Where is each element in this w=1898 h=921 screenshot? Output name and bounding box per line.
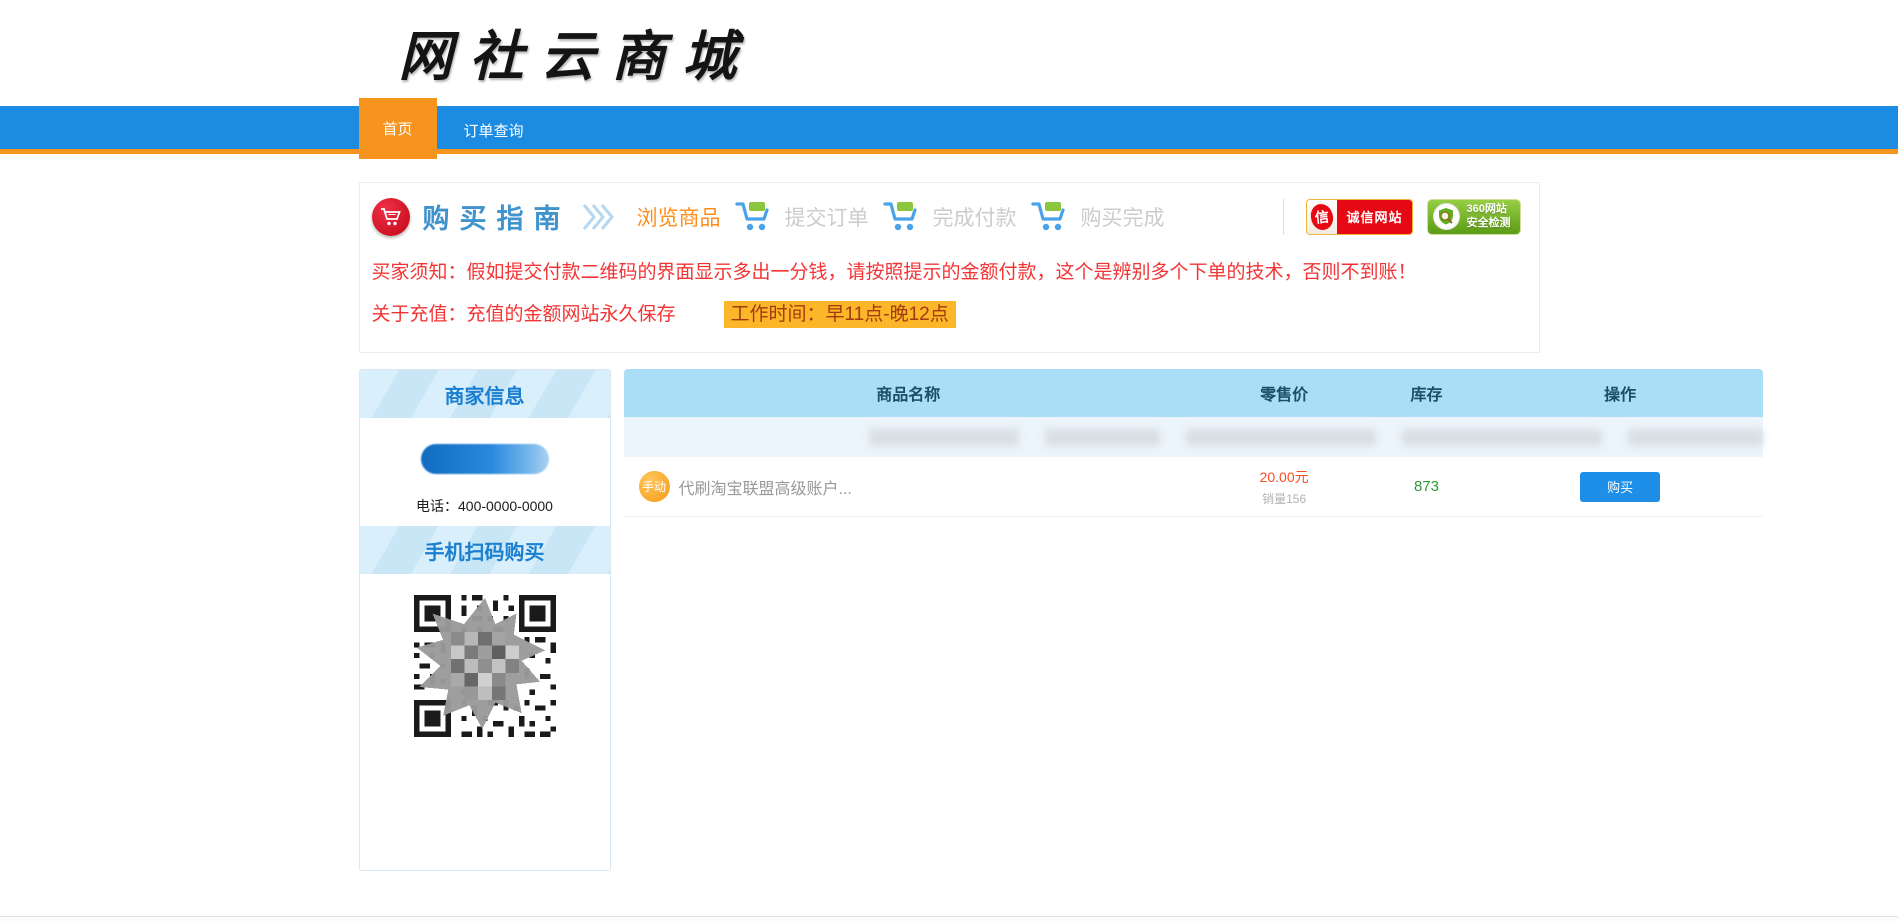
stock-count: 873	[1413, 478, 1439, 495]
page-footer	[0, 916, 1898, 921]
sales-count: 销量156	[1262, 491, 1307, 506]
redacted-row	[623, 417, 1763, 457]
guide-panel: 购买指南 浏览商品 提交订单 完成付款 购买完成 信 诚信网站 360网站 安全…	[358, 182, 1540, 353]
merchant-info-title: 商家信息	[444, 385, 525, 408]
chengxin-logo-icon: 信	[1307, 199, 1338, 234]
product-name[interactable]: 代刷淘宝联盟高级账户...	[679, 475, 852, 499]
content-columns: 商家信息 电话：400-0000-0000 手机扫码购买 商品名称 零售价 库存…	[358, 369, 1763, 871]
redacted-blob	[868, 428, 1019, 446]
buy-button[interactable]: 购买	[1580, 471, 1661, 502]
qr-section-header: 手机扫码购买	[359, 526, 610, 574]
step-complete-payment: 完成付款	[932, 206, 1017, 230]
site-header: 网社云商城	[0, 0, 1898, 106]
cart-step-icon	[1030, 201, 1067, 232]
contact-qq-button[interactable]	[420, 444, 549, 474]
product-row: 手动 代刷淘宝联盟高级账户... 20.00元 销量156 873 购买	[623, 457, 1763, 517]
redacted-blob	[1185, 428, 1376, 446]
header-action: 操作	[1604, 387, 1637, 404]
table-header-row: 商品名称 零售价 库存 操作	[623, 369, 1763, 417]
cart-badge-icon	[371, 197, 410, 236]
nav-tab-order-query[interactable]: 订单查询	[437, 106, 551, 154]
merchant-contact-block: 电话：400-0000-0000	[359, 418, 610, 526]
cart-step-icon	[882, 201, 919, 232]
header-stock: 库存	[1410, 387, 1443, 404]
work-hours-highlight: 工作时间：早11点-晚12点	[723, 301, 956, 328]
redacted-blob	[1044, 428, 1160, 446]
qr-code	[408, 590, 561, 742]
qr-code-area	[359, 574, 610, 870]
step-browse-products: 浏览商品	[636, 206, 721, 230]
badge-360-security[interactable]: 360网站 安全检测	[1426, 198, 1521, 235]
retail-price: 20.00元	[1259, 468, 1309, 485]
header-retail-price: 零售价	[1260, 387, 1309, 404]
qr-section-title: 手机扫码购买	[424, 541, 545, 564]
purchase-guide-row: 购买指南 浏览商品 提交订单 完成付款 购买完成 信 诚信网站 360网站 安全…	[368, 197, 1521, 236]
main-content: 购买指南 浏览商品 提交订单 完成付款 购买完成 信 诚信网站 360网站 安全…	[358, 182, 1763, 871]
badge-chengxin-site[interactable]: 信 诚信网站	[1306, 198, 1413, 235]
step-submit-order: 提交订单	[784, 206, 869, 230]
phone-number: 电话：400-0000-0000	[416, 498, 553, 514]
recharge-notice-text: 关于充值：充值的金额网站永久保存 工作时间：早11点-晚12点	[371, 299, 1521, 328]
site-logo: 网社云商城	[398, 24, 754, 88]
chengxin-label: 诚信网站	[1337, 199, 1412, 234]
sidebar: 商家信息 电话：400-0000-0000 手机扫码购买	[358, 369, 611, 871]
shield-magnifier-icon	[1432, 203, 1460, 230]
vertical-divider	[1283, 198, 1285, 235]
price-cell: 20.00元 销量156	[1193, 467, 1375, 507]
guide-title: 购买指南	[422, 204, 571, 234]
product-table: 商品名称 零售价 库存 操作 手动 代刷淘宝联盟高级账户... 20.00元 销…	[623, 369, 1763, 517]
step-purchase-done: 购买完成	[1080, 206, 1165, 230]
redacted-blob	[1401, 428, 1602, 446]
badge-360-label: 360网站 安全检测	[1466, 203, 1511, 229]
redacted-blob	[1627, 428, 1763, 446]
header-product-name: 商品名称	[876, 387, 941, 404]
chevrons-icon	[581, 203, 617, 231]
nav-tab-home[interactable]: 首页	[358, 98, 437, 159]
manual-mode-badge: 手动	[638, 471, 670, 502]
cart-step-icon	[734, 201, 771, 232]
merchant-info-header: 商家信息	[359, 370, 610, 418]
buyer-notice-text: 买家须知：假如提交付款二维码的界面显示多出一分钱，请按照提示的金额付款，这个是辨…	[371, 262, 1417, 283]
recharge-notice-prefix: 关于充值：充值的金额网站永久保存	[371, 304, 676, 325]
main-nav: 首页 订单查询	[0, 98, 1898, 159]
